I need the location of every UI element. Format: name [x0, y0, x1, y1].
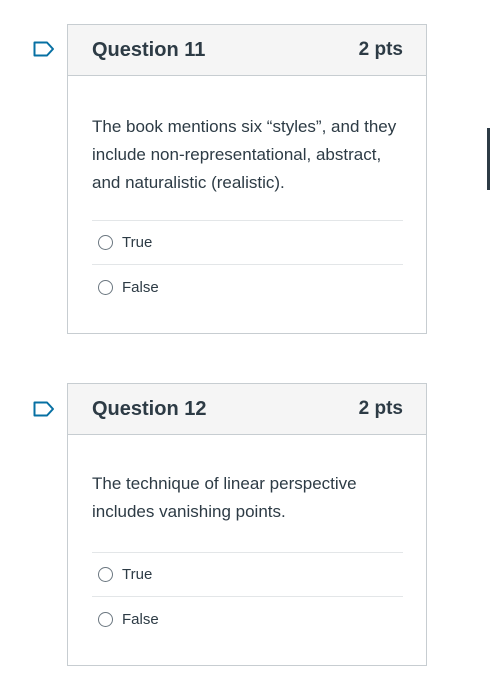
answer-label: False — [122, 610, 159, 628]
question-text: The technique of linear perspective incl… — [92, 474, 357, 521]
quiz-page: Question 11 2 pts The book mentions six … — [0, 0, 490, 700]
question-title: Question 11 — [92, 38, 206, 61]
question-header: Question 11 2 pts — [68, 25, 426, 76]
question-body: The technique of linear perspective incl… — [68, 435, 426, 641]
radio-unchecked-icon[interactable] — [98, 611, 113, 627]
question-card: Question 12 2 pts The technique of linea… — [67, 383, 427, 666]
flag-question-icon[interactable] — [33, 401, 55, 417]
question-text: The book mentions six “styles”, and they… — [92, 117, 397, 192]
flag-question-icon[interactable] — [33, 41, 55, 57]
answer-option-true[interactable]: True — [92, 553, 403, 597]
question-header: Question 12 2 pts — [68, 384, 426, 435]
question-card: Question 11 2 pts The book mentions six … — [67, 24, 427, 334]
answer-option-true[interactable]: True — [92, 221, 403, 265]
question-points: 2 pts — [358, 398, 403, 419]
answer-label: False — [122, 278, 159, 296]
answer-option-false[interactable]: False — [92, 597, 403, 641]
answer-label: True — [122, 566, 153, 583]
answer-list: True False — [92, 220, 403, 309]
answer-option-false[interactable]: False — [92, 265, 403, 309]
radio-unchecked-icon[interactable] — [98, 279, 113, 295]
radio-unchecked-icon[interactable] — [98, 235, 113, 250]
question-body: The book mentions six “styles”, and they… — [68, 76, 426, 309]
radio-unchecked-icon[interactable] — [98, 567, 113, 582]
answer-label: True — [122, 234, 153, 251]
question-title: Question 12 — [92, 397, 207, 420]
answer-list: True False — [92, 552, 403, 641]
question-points: 2 pts — [358, 39, 403, 60]
